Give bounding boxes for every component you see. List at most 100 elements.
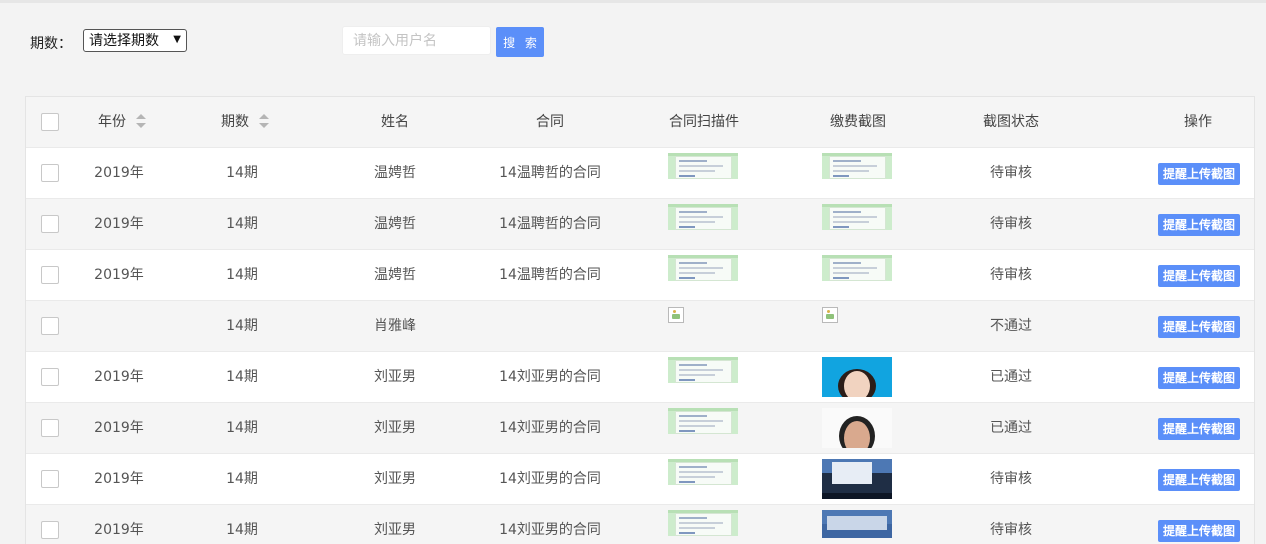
row-checkbox[interactable] xyxy=(41,470,59,488)
header-name: 姓名 xyxy=(381,114,409,130)
table-row: 2019年 14期 刘亚男 14刘亚男的合同 已通过 提醒上传截图 xyxy=(26,352,1254,403)
cell-period: 14期 xyxy=(226,471,258,487)
table-body: 2019年 14期 温娉哲 14温聘哲的合同 待审核 提醒上传截图 2019年 14期 温娉哲 1… xyxy=(26,148,1254,544)
row-checkbox[interactable] xyxy=(41,368,59,386)
cell-status: 待审核 xyxy=(990,216,1032,232)
remind-upload-screenshot-button[interactable]: 提醒上传截图 xyxy=(1158,163,1240,185)
remind-upload-screenshot-button[interactable]: 提醒上传截图 xyxy=(1158,520,1240,542)
row-checkbox[interactable] xyxy=(41,215,59,233)
remind-upload-screenshot-button[interactable]: 提醒上传截图 xyxy=(1158,214,1240,236)
cell-year: 2019年 xyxy=(94,165,144,181)
table-row: 2019年 14期 刘亚男 14刘亚男的合同 待审核 提醒上传截图 xyxy=(26,505,1254,544)
cell-year: 2019年 xyxy=(94,369,144,385)
cell-period: 14期 xyxy=(226,216,258,232)
dropdown-caret-icon: ▼ xyxy=(173,34,181,45)
cell-contract xyxy=(480,301,620,351)
cell-year: 2019年 xyxy=(94,522,144,538)
cell-year: 2019年 xyxy=(94,420,144,436)
cell-contract: 14刘亚男的合同 xyxy=(499,369,601,385)
period-label: 期数： xyxy=(30,36,72,52)
document-thumbnail[interactable] xyxy=(668,408,738,434)
header-status: 截图状态 xyxy=(983,114,1039,130)
cell-year: 2019年 xyxy=(94,471,144,487)
document-thumbnail[interactable] xyxy=(668,255,738,281)
remind-upload-screenshot-button[interactable]: 提醒上传截图 xyxy=(1158,265,1240,287)
cell-year xyxy=(69,301,169,351)
document-thumbnail[interactable] xyxy=(668,357,738,383)
cell-period: 14期 xyxy=(226,318,258,334)
cell-status: 已通过 xyxy=(990,420,1032,436)
select-all-checkbox[interactable] xyxy=(41,113,59,131)
document-thumbnail[interactable] xyxy=(822,153,892,179)
row-checkbox[interactable] xyxy=(41,521,59,539)
broken-image-icon[interactable] xyxy=(668,307,684,323)
cell-name: 温娉哲 xyxy=(374,267,416,283)
table-row: 2019年 14期 刘亚男 14刘亚男的合同 待审核 提醒上传截图 xyxy=(26,454,1254,505)
sort-icon[interactable] xyxy=(259,114,269,128)
broken-image-icon[interactable] xyxy=(822,307,838,323)
id-photo-thumbnail[interactable] xyxy=(822,408,892,448)
cell-name: 刘亚男 xyxy=(374,420,416,436)
desktop-screenshot-thumbnail[interactable] xyxy=(822,510,892,538)
table-row: 2019年 14期 温娉哲 14温聘哲的合同 待审核 提醒上传截图 xyxy=(26,250,1254,301)
document-thumbnail[interactable] xyxy=(822,255,892,281)
document-thumbnail[interactable] xyxy=(822,204,892,230)
cell-status: 待审核 xyxy=(990,471,1032,487)
cell-contract: 14刘亚男的合同 xyxy=(499,420,601,436)
remind-upload-screenshot-button[interactable]: 提醒上传截图 xyxy=(1158,418,1240,440)
header-payment-screenshot: 缴费截图 xyxy=(830,114,886,130)
remind-upload-screenshot-button[interactable]: 提醒上传截图 xyxy=(1158,367,1240,389)
cell-status: 不通过 xyxy=(990,318,1032,334)
username-search-input[interactable] xyxy=(342,26,491,55)
header-year[interactable]: 年份 xyxy=(69,97,175,147)
header-action: 操作 xyxy=(1184,114,1212,130)
document-thumbnail[interactable] xyxy=(668,510,738,536)
document-thumbnail[interactable] xyxy=(668,153,738,179)
cell-name: 温娉哲 xyxy=(374,165,416,181)
cell-period: 14期 xyxy=(226,267,258,283)
search-button[interactable]: 搜 索 xyxy=(496,27,544,57)
row-checkbox[interactable] xyxy=(41,419,59,437)
document-thumbnail[interactable] xyxy=(668,459,738,485)
cell-name: 温娉哲 xyxy=(374,216,416,232)
header-period[interactable]: 期数 xyxy=(192,97,298,147)
top-divider xyxy=(0,0,1266,3)
cell-status: 已通过 xyxy=(990,369,1032,385)
cell-name: 肖雅峰 xyxy=(374,318,416,334)
table-row: 2019年 14期 温娉哲 14温聘哲的合同 待审核 提醒上传截图 xyxy=(26,199,1254,250)
id-photo-thumbnail[interactable] xyxy=(822,357,892,397)
sort-icon[interactable] xyxy=(136,114,146,128)
header-contract: 合同 xyxy=(536,114,564,130)
cell-year: 2019年 xyxy=(94,267,144,283)
cell-contract: 14刘亚男的合同 xyxy=(499,522,601,538)
cell-period: 14期 xyxy=(226,420,258,436)
header-year-label: 年份 xyxy=(98,114,126,130)
cell-contract: 14刘亚男的合同 xyxy=(499,471,601,487)
cell-name: 刘亚男 xyxy=(374,522,416,538)
cell-contract: 14温聘哲的合同 xyxy=(499,267,601,283)
period-select-value: 请选择期数 xyxy=(89,33,159,49)
cell-period: 14期 xyxy=(226,165,258,181)
row-checkbox[interactable] xyxy=(41,164,59,182)
cell-contract: 14温聘哲的合同 xyxy=(499,216,601,232)
desktop-screenshot-thumbnail[interactable] xyxy=(822,459,892,499)
payment-table: 年份 期数 姓名 合同 合同扫描件 缴费截图 截图状态 操作 2019年 14期温… xyxy=(25,96,1255,544)
cell-year: 2019年 xyxy=(94,216,144,232)
document-thumbnail[interactable] xyxy=(668,204,738,230)
table-row: 14期 肖雅峰 不通过 提醒上传截图 xyxy=(26,301,1254,352)
table-header: 年份 期数 姓名 合同 合同扫描件 缴费截图 截图状态 操作 xyxy=(26,97,1254,148)
cell-status: 待审核 xyxy=(990,522,1032,538)
cell-status: 待审核 xyxy=(990,267,1032,283)
remind-upload-screenshot-button[interactable]: 提醒上传截图 xyxy=(1158,316,1240,338)
row-checkbox[interactable] xyxy=(41,317,59,335)
cell-name: 刘亚男 xyxy=(374,471,416,487)
period-select[interactable]: 请选择期数 ▼ xyxy=(83,29,187,52)
table-row: 2019年 14期 温娉哲 14温聘哲的合同 待审核 提醒上传截图 xyxy=(26,148,1254,199)
cell-contract: 14温聘哲的合同 xyxy=(499,165,601,181)
cell-period: 14期 xyxy=(226,522,258,538)
cell-period: 14期 xyxy=(226,369,258,385)
header-period-label: 期数 xyxy=(221,114,249,130)
row-checkbox[interactable] xyxy=(41,266,59,284)
remind-upload-screenshot-button[interactable]: 提醒上传截图 xyxy=(1158,469,1240,491)
table-row: 2019年 14期 刘亚男 14刘亚男的合同 已通过 提醒上传截图 xyxy=(26,403,1254,454)
